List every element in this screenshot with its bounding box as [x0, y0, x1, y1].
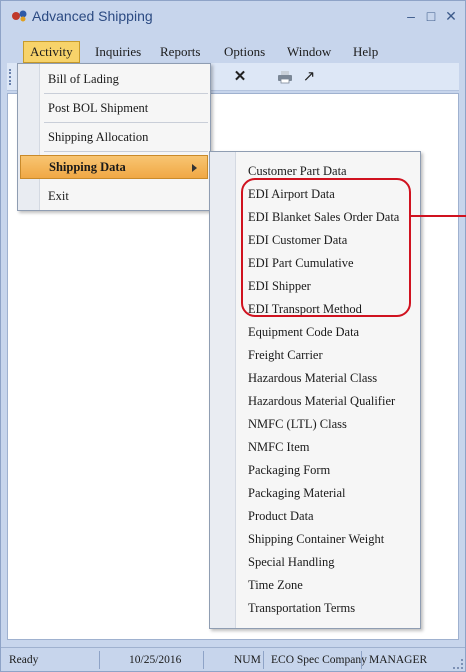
pin-icon[interactable]: ↗: [299, 67, 319, 87]
submenu-item[interactable]: NMFC Item: [248, 436, 309, 458]
menu-help[interactable]: Help: [347, 41, 384, 63]
submenu-item[interactable]: Special Handling: [248, 551, 334, 573]
menu-activity[interactable]: Activity: [23, 41, 80, 63]
edi-highlight-callout: [241, 178, 411, 317]
window-title: Advanced Shipping: [32, 8, 153, 24]
delete-icon[interactable]: ✕: [230, 67, 250, 87]
menu-inquiries[interactable]: Inquiries: [89, 41, 147, 63]
menu-reports[interactable]: Reports: [154, 41, 206, 63]
shipping-app-icon: [12, 10, 27, 22]
menu-separator: [44, 93, 208, 94]
submenu-item[interactable]: Equipment Code Data: [248, 321, 359, 343]
menu-item-shipping-allocation[interactable]: Shipping Allocation: [42, 124, 208, 150]
status-text: Ready: [9, 654, 39, 666]
minimize-button[interactable]: –: [401, 7, 421, 25]
submenu-item[interactable]: Time Zone: [248, 574, 303, 596]
status-date: 10/25/2016: [129, 654, 182, 666]
status-divider: [99, 651, 100, 669]
menu-item-exit[interactable]: Exit: [42, 183, 208, 209]
toolbar-grip[interactable]: [9, 69, 12, 85]
submenu-item[interactable]: Freight Carrier: [248, 344, 323, 366]
submenu-item[interactable]: Packaging Material: [248, 482, 346, 504]
submenu-item[interactable]: Shipping Container Weight: [248, 528, 384, 550]
maximize-button[interactable]: □: [421, 7, 441, 25]
submenu-item[interactable]: Transportation Terms: [248, 597, 355, 619]
menu-bar: Activity Inquiries Reports Options Windo…: [1, 41, 465, 63]
submenu-item[interactable]: Hazardous Material Qualifier: [248, 390, 395, 412]
submenu-item[interactable]: Packaging Form: [248, 459, 330, 481]
submenu-item[interactable]: Hazardous Material Class: [248, 367, 377, 389]
submenu-arrow-icon: [192, 164, 197, 172]
status-divider: [203, 651, 204, 669]
menu-separator: [44, 122, 208, 123]
callout-pointer-line: [411, 215, 466, 217]
status-company: ECO Spec Company: [271, 654, 367, 666]
app-window: Advanced Shipping – □ ✕ Activity Inquiri…: [0, 0, 466, 672]
menu-item-post-bol-shipment[interactable]: Post BOL Shipment: [42, 95, 208, 121]
menu-icon-strip: [18, 64, 40, 210]
menu-separator: [44, 151, 208, 152]
menu-item-bill-of-lading[interactable]: Bill of Lading: [42, 66, 208, 92]
menu-options[interactable]: Options: [218, 41, 271, 63]
close-button[interactable]: ✕: [441, 7, 461, 25]
status-divider: [361, 651, 362, 669]
status-user: MANAGER: [369, 654, 428, 666]
resize-grip[interactable]: [453, 659, 463, 669]
title-bar: Advanced Shipping – □ ✕: [1, 1, 465, 33]
activity-dropdown: Bill of Lading Post BOL Shipment Shippin…: [17, 63, 211, 211]
submenu-item[interactable]: NMFC (LTL) Class: [248, 413, 347, 435]
menu-item-shipping-data-label: Shipping Data: [49, 160, 126, 174]
status-bar: Ready 10/25/2016 NUM ECO Spec Company MA…: [1, 647, 465, 671]
status-divider: [263, 651, 264, 669]
submenu-item[interactable]: Product Data: [248, 505, 314, 527]
menu-item-shipping-data[interactable]: Shipping Data: [20, 155, 208, 179]
menu-window[interactable]: Window: [281, 41, 337, 63]
print-icon[interactable]: [275, 67, 295, 87]
submenu-icon-strip: [210, 152, 236, 628]
status-num-lock: NUM: [234, 654, 261, 666]
